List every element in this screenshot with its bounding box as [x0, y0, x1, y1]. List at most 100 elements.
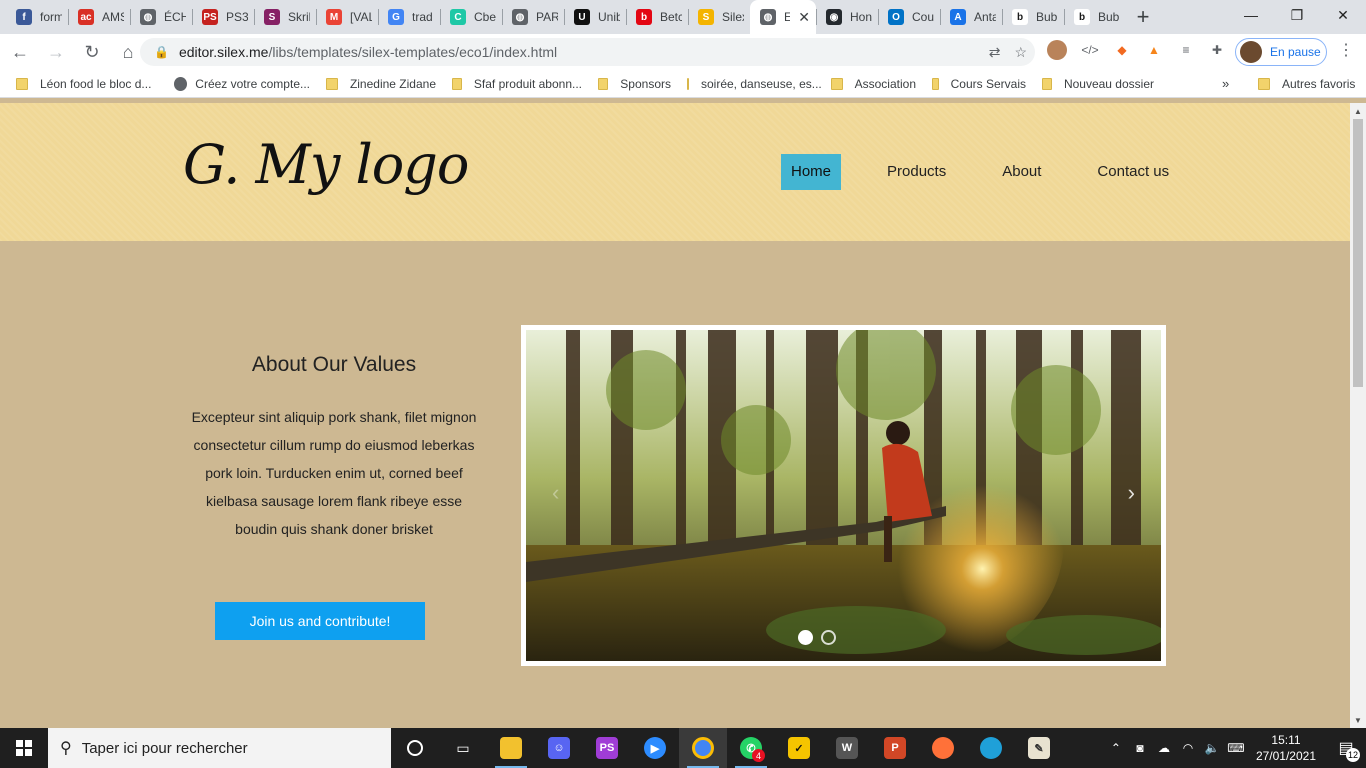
- tab-title: Betc: [660, 10, 682, 24]
- bookmark-item[interactable]: Sfaf produit abonn...: [444, 70, 590, 98]
- browser-tab[interactable]: ◍ PAR: [502, 0, 564, 34]
- discord-icon[interactable]: ☺: [535, 728, 583, 768]
- back-icon[interactable]: ←: [4, 36, 36, 68]
- scroll-up-icon[interactable]: ▲: [1350, 103, 1366, 119]
- task-view-icon[interactable]: ▭: [439, 728, 487, 768]
- forward-icon[interactable]: →: [40, 36, 72, 68]
- github-favicon-icon: ◉: [826, 9, 842, 25]
- bookmark-item[interactable]: Association: [823, 70, 924, 98]
- site-icon: [174, 76, 188, 91]
- chrome-icon[interactable]: [679, 728, 727, 768]
- address-bar[interactable]: 🔒 editor.silex.me/libs/templates/silex-t…: [140, 38, 1035, 66]
- whatsapp-icon[interactable]: ✆ 4: [727, 728, 775, 768]
- bookmark-star-icon[interactable]: ☆: [1014, 44, 1027, 61]
- onedrive-icon[interactable]: ☁: [1152, 741, 1176, 755]
- lock-icon[interactable]: 🔒: [154, 45, 169, 59]
- browser-tab[interactable]: ◉ Hon: [816, 0, 878, 34]
- close-tab-icon[interactable]: ✕: [798, 9, 810, 26]
- powerpoint-icon[interactable]: P: [871, 728, 919, 768]
- translate-icon[interactable]: ⇄: [989, 44, 1001, 61]
- taskbar-search[interactable]: ⚲ Taper ici pour rechercher: [48, 728, 391, 768]
- close-window-icon[interactable]: ✕: [1320, 0, 1366, 30]
- paint-icon[interactable]: ✎: [1015, 728, 1063, 768]
- browser-tab[interactable]: Gtrad: [378, 0, 440, 34]
- extension-avatar-icon[interactable]: [1047, 40, 1067, 60]
- page-scrollbar[interactable]: ▲ ▼: [1350, 103, 1366, 728]
- browser-tab[interactable]: b Bubl: [1002, 0, 1064, 34]
- wifi-icon[interactable]: ◠: [1176, 741, 1200, 755]
- skrill-favicon-icon: S: [264, 9, 280, 25]
- browser-tab[interactable]: M [VAL: [316, 0, 378, 34]
- tab-title: trad: [412, 10, 433, 24]
- metamask-icon[interactable]: ▲: [1144, 40, 1164, 60]
- browser-tab[interactable]: ac AMS: [68, 0, 130, 34]
- firefox-icon[interactable]: [919, 728, 967, 768]
- nav-products[interactable]: Products: [877, 154, 956, 190]
- browser-tab[interactable]: b Bubl: [1064, 0, 1126, 34]
- bookmark-item[interactable]: Sponsors: [590, 70, 679, 98]
- extension-lines-icon[interactable]: ≡: [1176, 40, 1196, 60]
- nav-contact[interactable]: Contact us: [1087, 154, 1179, 190]
- bookmark-label: Association: [854, 76, 916, 91]
- windows-start-icon[interactable]: [0, 728, 48, 768]
- phpstorm-icon[interactable]: PS: [583, 728, 631, 768]
- volume-icon[interactable]: 🔈: [1200, 741, 1224, 755]
- nav-about[interactable]: About: [992, 154, 1051, 190]
- tray-app-icon[interactable]: ◙: [1128, 741, 1152, 755]
- cortana-icon[interactable]: [391, 728, 439, 768]
- nav-home[interactable]: Home: [781, 154, 842, 190]
- extension-brave-icon[interactable]: ◆: [1112, 40, 1132, 60]
- browser-tab[interactable]: b Betc: [626, 0, 688, 34]
- betclic-favicon-icon: b: [636, 9, 652, 25]
- bookmark-label: Nouveau dossier: [1063, 76, 1154, 91]
- folder-icon: [452, 77, 462, 90]
- tray-expand-icon[interactable]: ⌃: [1104, 741, 1128, 755]
- join-button[interactable]: Join us and contribute!: [215, 602, 425, 640]
- bookmark-item[interactable]: Léon food le bloc d...: [8, 70, 166, 98]
- browser-tab[interactable]: S Silex: [688, 0, 750, 34]
- reload-icon[interactable]: ↻: [76, 36, 108, 68]
- extensions-puzzle-icon[interactable]: ✚: [1207, 40, 1227, 60]
- clock[interactable]: 15:11 27/01/2021: [1256, 732, 1316, 764]
- slider-next-icon[interactable]: ›: [1128, 480, 1135, 506]
- new-tab-button[interactable]: +: [1126, 0, 1160, 34]
- browser-tab[interactable]: ◍ E ✕: [750, 0, 816, 34]
- bookmark-item[interactable]: Nouveau dossier: [1034, 70, 1162, 98]
- page-viewport: G. My logo Home Products About Contact u…: [0, 103, 1350, 728]
- notification-center-icon[interactable]: ▤ 12: [1326, 728, 1366, 768]
- file-explorer-icon[interactable]: [487, 728, 535, 768]
- clock-date: 27/01/2021: [1255, 749, 1316, 763]
- restore-icon[interactable]: ❐: [1274, 0, 1320, 30]
- bookmark-item[interactable]: Cours Servais: [924, 70, 1034, 98]
- browser-tab[interactable]: f form: [6, 0, 68, 34]
- bookmark-item[interactable]: soirée, danseuse, es...: [679, 70, 823, 98]
- slider-dot[interactable]: [821, 630, 836, 645]
- edge-icon[interactable]: [967, 728, 1015, 768]
- norton-icon[interactable]: ✓: [775, 728, 823, 768]
- language-icon[interactable]: ⌨: [1224, 741, 1248, 755]
- bookmark-item[interactable]: Zinedine Zidane: [318, 70, 444, 98]
- extension-code-icon[interactable]: </>: [1080, 40, 1100, 60]
- bookmark-label: Sfaf produit abonn...: [473, 76, 582, 91]
- browser-tab[interactable]: PS PS3: [192, 0, 254, 34]
- word-app-icon[interactable]: W: [823, 728, 871, 768]
- scrollbar-thumb[interactable]: [1353, 119, 1363, 387]
- browser-tab[interactable]: C Cbe: [440, 0, 502, 34]
- tab-title: [VAL: [350, 10, 372, 24]
- browser-tab[interactable]: ◍ ÉCH: [130, 0, 192, 34]
- other-bookmarks[interactable]: Autres favoris: [1250, 70, 1363, 98]
- site-logo[interactable]: G. My logo: [183, 133, 469, 196]
- browser-menu-icon[interactable]: ⋮: [1336, 40, 1356, 60]
- bookmarks-overflow-icon[interactable]: »: [1222, 76, 1229, 91]
- slider-prev-icon[interactable]: ‹: [552, 480, 559, 506]
- bookmark-item[interactable]: Créez votre compte...: [166, 70, 318, 98]
- browser-tab[interactable]: U Unib: [564, 0, 626, 34]
- profile-button[interactable]: En pause: [1235, 38, 1327, 66]
- zoom-icon[interactable]: ▶: [631, 728, 679, 768]
- browser-tab[interactable]: O Cou: [878, 0, 940, 34]
- browser-tab[interactable]: S Skril: [254, 0, 316, 34]
- browser-tab[interactable]: A Anta: [940, 0, 1002, 34]
- scroll-down-icon[interactable]: ▼: [1350, 712, 1366, 728]
- slider-dot[interactable]: [798, 630, 813, 645]
- minimize-icon[interactable]: —: [1228, 0, 1274, 30]
